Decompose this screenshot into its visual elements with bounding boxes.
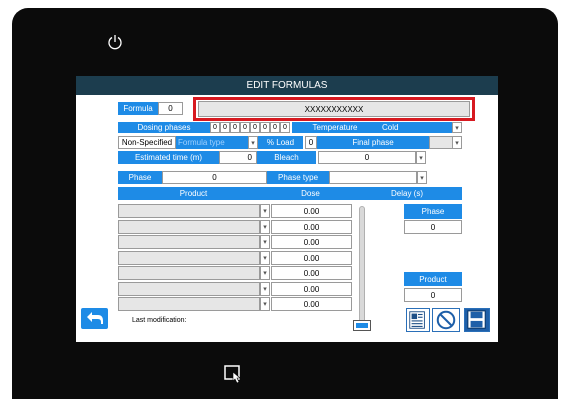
- dose-header: Dose: [269, 187, 352, 200]
- dosing-digit[interactable]: 0: [270, 122, 280, 133]
- dosing-digit[interactable]: 0: [220, 122, 230, 133]
- product-cell[interactable]: [118, 266, 260, 280]
- chevron-down-icon[interactable]: ▾: [260, 251, 270, 265]
- list-report-button[interactable]: [406, 308, 430, 332]
- chevron-down-icon[interactable]: ▾: [260, 204, 270, 218]
- dosing-digit[interactable]: 0: [230, 122, 240, 133]
- screen-title: EDIT FORMULAS: [76, 76, 498, 95]
- chevron-down-icon[interactable]: ▾: [260, 297, 270, 311]
- dosing-digit[interactable]: 0: [280, 122, 290, 133]
- dosing-digit[interactable]: 0: [210, 122, 220, 133]
- back-arrow-icon: [87, 312, 103, 324]
- highlight-box: [193, 97, 475, 121]
- dosing-digit[interactable]: 0: [240, 122, 250, 133]
- dose-cell[interactable]: 0.00: [271, 220, 352, 234]
- chevron-down-icon[interactable]: ▾: [416, 151, 426, 164]
- floppy-save-icon: [467, 310, 486, 329]
- chevron-down-icon[interactable]: ▾: [452, 122, 462, 133]
- load-value[interactable]: 0: [305, 136, 317, 149]
- dose-cell[interactable]: 0.00: [271, 266, 352, 280]
- final-phase-label: Final phase: [317, 136, 429, 149]
- save-button[interactable]: [464, 308, 490, 332]
- power-icon[interactable]: [107, 34, 123, 50]
- side-product-label: Product: [404, 272, 462, 286]
- dosing-digit[interactable]: 0: [250, 122, 260, 133]
- last-modification: Last modification:: [132, 317, 187, 324]
- chevron-down-icon[interactable]: ▾: [452, 136, 462, 149]
- dose-cell[interactable]: 0.00: [271, 251, 352, 265]
- non-specified-label: Non-Specified: [118, 136, 176, 149]
- estimated-time-label: Estimated time (m): [118, 151, 219, 164]
- product-cell[interactable]: [118, 235, 260, 249]
- chevron-down-icon[interactable]: ▾: [248, 136, 258, 149]
- load-label: % Load: [258, 136, 303, 149]
- touch-hand-icon: [224, 365, 241, 384]
- phase-value[interactable]: 0: [162, 171, 267, 184]
- dose-cell[interactable]: 0.00: [271, 282, 352, 296]
- formula-type-select[interactable]: Formula type: [176, 136, 248, 149]
- temperature-value[interactable]: Cold: [378, 122, 452, 133]
- product-cell[interactable]: [118, 220, 260, 234]
- temperature-label: Temperature: [292, 122, 378, 133]
- product-cell[interactable]: [118, 297, 260, 311]
- chevron-down-icon[interactable]: ▾: [260, 220, 270, 234]
- phase-type-select[interactable]: [329, 171, 417, 184]
- chevron-down-icon[interactable]: ▾: [260, 235, 270, 249]
- dose-cell[interactable]: 0.00: [271, 235, 352, 249]
- product-header: Product: [118, 187, 269, 200]
- bleach-label: Bleach: [257, 151, 316, 164]
- dose-cell[interactable]: 0.00: [271, 204, 352, 218]
- back-button[interactable]: [81, 308, 108, 329]
- chevron-down-icon[interactable]: ▾: [260, 282, 270, 296]
- phase-label: Phase: [118, 171, 162, 184]
- chevron-down-icon[interactable]: ▾: [417, 171, 427, 184]
- bleach-value[interactable]: 0: [318, 151, 416, 164]
- side-phase-value: 0: [404, 220, 462, 234]
- side-phase-label: Phase: [404, 204, 462, 219]
- side-product-value: 0: [404, 288, 462, 302]
- estimated-time-value: 0: [219, 151, 257, 164]
- dosing-digit[interactable]: 0: [260, 122, 270, 133]
- product-cell[interactable]: [118, 204, 260, 218]
- product-cell[interactable]: [118, 251, 260, 265]
- no-entry-icon: [436, 310, 456, 330]
- cancel-button[interactable]: [432, 308, 460, 332]
- formula-label: Formula: [118, 102, 158, 115]
- delay-slider-handle[interactable]: [353, 320, 371, 331]
- screen: EDIT FORMULAS Formula 0 XXXXXXXXXXX Dosi…: [76, 76, 498, 342]
- chevron-down-icon[interactable]: ▾: [260, 266, 270, 280]
- delay-header: Delay (s): [352, 187, 462, 200]
- formula-number[interactable]: 0: [158, 102, 183, 115]
- phase-type-label: Phase type: [267, 171, 329, 184]
- dosing-phases-label: Dosing phases: [118, 122, 210, 133]
- list-report-icon: [409, 311, 425, 329]
- product-cell[interactable]: [118, 282, 260, 296]
- delay-slider-track[interactable]: [359, 206, 365, 328]
- dose-cell[interactable]: 0.00: [271, 297, 352, 311]
